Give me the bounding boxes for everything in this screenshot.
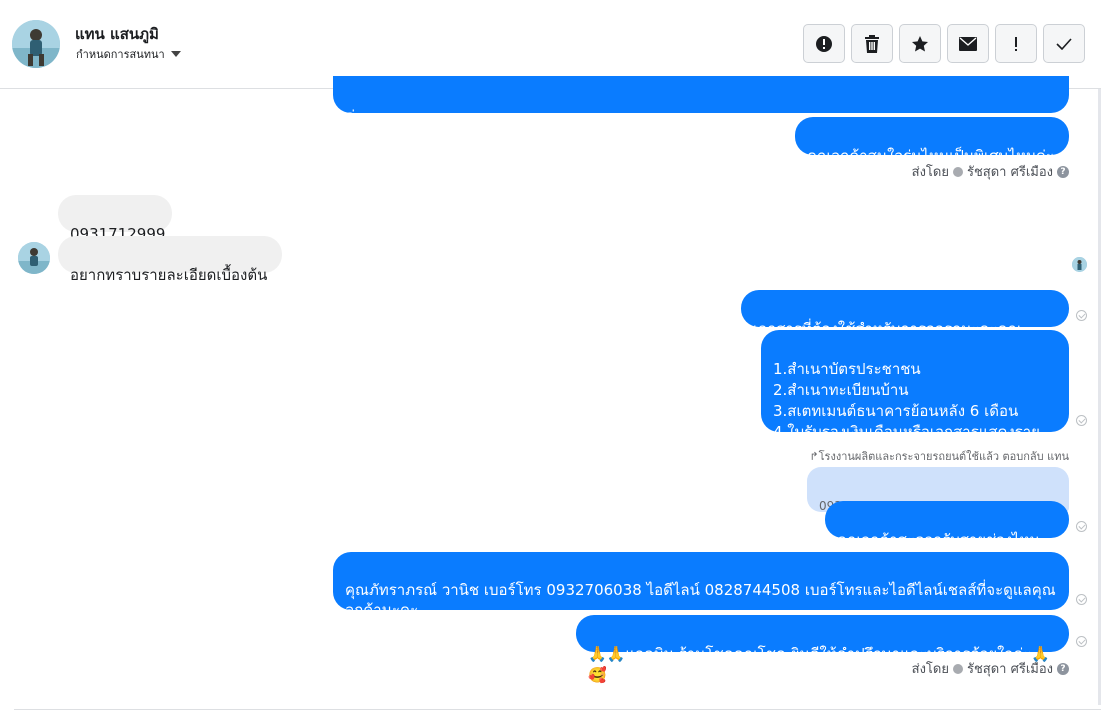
reply-note: ↱โรงงานผลิตและกระจายรถยนต์ใช้แล้ว ตอบกลั… <box>809 450 1069 463</box>
message-bubble-outgoing[interactable]: เอกสารที่ต้องใช้สำหรับการออรถนะคะคุณลูกค… <box>741 290 1069 359</box>
message-bubble-incoming[interactable]: อยากทราบรายละเอียดเบื้องต้น <box>58 236 282 284</box>
caret-down-icon <box>170 51 181 57</box>
help-icon[interactable]: ? <box>1057 662 1069 675</box>
assign-conversation-dropdown[interactable]: กำหนดการสนทนา <box>76 45 181 63</box>
delivered-check-icon <box>1076 310 1087 321</box>
envelope-icon <box>959 36 977 51</box>
exclamation-icon <box>1015 36 1017 51</box>
agent-avatar-icon <box>952 166 963 177</box>
exclamation-circle-icon <box>816 35 832 52</box>
follow-up-button[interactable] <box>995 24 1037 63</box>
message-bubble-outgoing[interactable]: ค่ะ <box>333 76 1069 125</box>
mark-unread-button[interactable] <box>947 24 989 63</box>
contact-name: แทน แสนภูมิ <box>75 25 159 43</box>
trash-icon <box>865 34 879 53</box>
message-text: คุณภัทราภรณ์ วานิช เบอร์โทร 0932706038 ไ… <box>345 581 1056 619</box>
sent-by-prefix: ส่งโดย <box>911 165 949 180</box>
delivered-check-icon <box>1076 594 1087 605</box>
delete-button[interactable] <box>851 24 893 63</box>
star-icon <box>912 35 928 51</box>
seen-avatar <box>1072 257 1087 272</box>
message-bubble-incoming[interactable]: 0931712999 <box>58 195 172 243</box>
delivered-check-icon <box>1076 636 1087 647</box>
delivered-check-icon <box>1076 521 1087 532</box>
message-bubble-outgoing[interactable]: คุณภัทราภรณ์ วานิช เบอร์โทร 0932706038 ไ… <box>333 552 1069 619</box>
sent-by-label: ส่งโดย รัชสุดา ศรีเมือง ? <box>912 658 1069 679</box>
message-bubble-outgoing[interactable]: 1.สำเนาบัตรประชาชน 2.สำเนาทะเบียนบ้าน 3.… <box>761 330 1069 462</box>
message-bubble-outgoing[interactable]: คุณลูกค้าสะดวกรับสายช่วงไหนค่ะ <box>825 501 1069 570</box>
sent-by-label: ส่งโดย รัชสุดา ศรีเมือง ? <box>912 161 1069 182</box>
agent-avatar-icon <box>952 663 963 674</box>
message-text: ค่ะ <box>345 107 364 125</box>
composer-divider <box>14 709 1101 710</box>
message-text: อยากทราบรายละเอียดเบื้องต้น <box>70 266 268 284</box>
contact-avatar-small[interactable] <box>18 242 50 274</box>
delivered-check-icon <box>1076 415 1087 426</box>
message-bubble-outgoing[interactable]: คุณลูกค้าสนใจรุ่นไหนเป็นพิเศษไหมค่ะ <box>795 117 1069 165</box>
help-icon[interactable]: ? <box>1057 165 1069 178</box>
sent-by-prefix: ส่งโดย <box>911 662 949 677</box>
check-icon <box>1056 37 1072 50</box>
agent-name[interactable]: รัชสุดา ศรีเมือง <box>967 161 1053 182</box>
star-button[interactable] <box>899 24 941 63</box>
agent-name[interactable]: รัชสุดา ศรีเมือง <box>967 658 1053 679</box>
assign-label: กำหนดการสนทนา <box>76 48 165 61</box>
mark-spam-button[interactable] <box>803 24 845 63</box>
mark-done-button[interactable] <box>1043 24 1085 63</box>
header-actions <box>803 24 1085 63</box>
contact-avatar[interactable] <box>12 20 60 68</box>
message-bubble-outgoing[interactable]: 🙏🙏แอดมิน ร้านโชคคูณโชค ยินดีให้คำปรึกษาแ… <box>576 615 1069 684</box>
